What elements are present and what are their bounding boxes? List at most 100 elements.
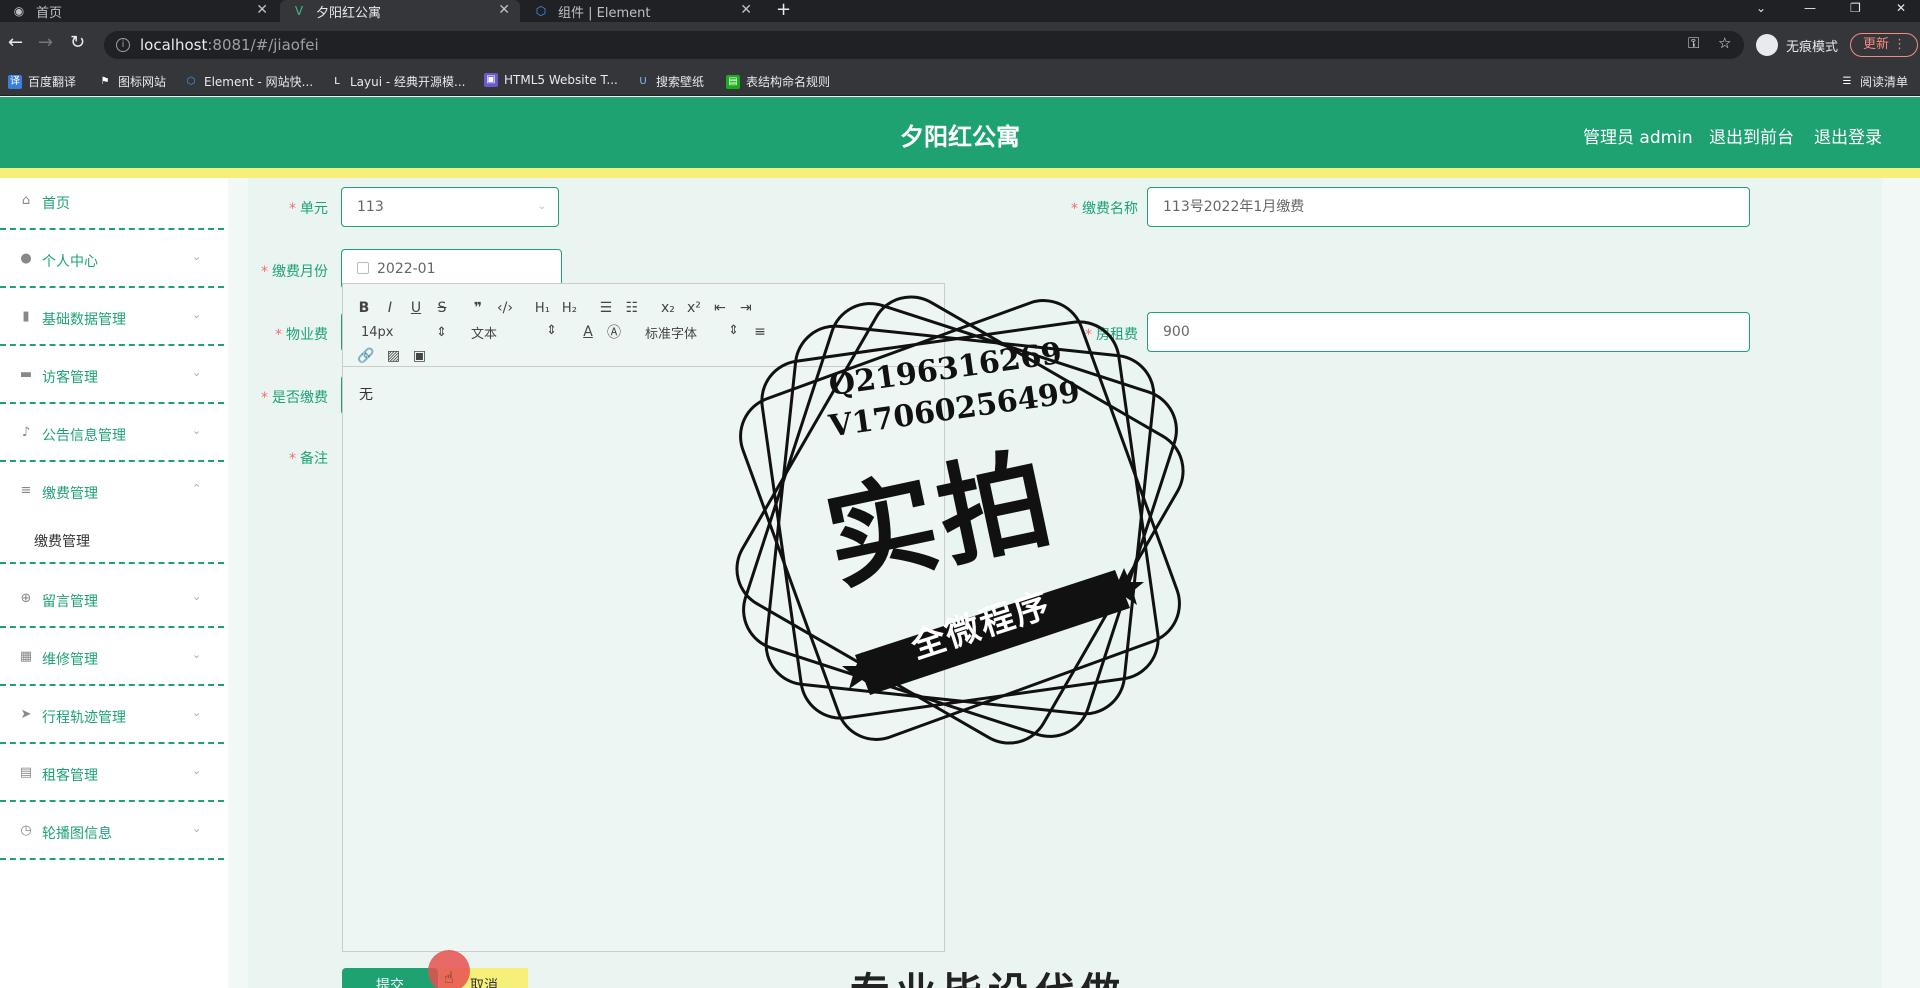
submit-button[interactable]: 提交 [342,968,438,988]
rent-fee-input[interactable]: 900 [1147,312,1750,352]
tab-search-icon[interactable]: ⌄ [1756,0,1766,16]
property-fee-label: * 物业费 [275,327,328,343]
divider [0,742,224,744]
underline-icon[interactable]: U [409,300,423,316]
minimize-icon[interactable]: — [1804,0,1816,16]
subscript-icon[interactable]: x₂ [661,300,675,316]
unit-select[interactable]: 113 ⌄ [341,187,559,227]
code-icon[interactable]: ‹/› [497,300,513,316]
close-window-icon[interactable]: ✕ [1896,0,1906,16]
superscript-icon[interactable]: x² [687,300,701,316]
sidebar-item-visitor[interactable]: ▬ 访客管理 ⌄ [0,358,228,416]
chart-icon: ▮ [22,309,30,324]
update-button[interactable]: 更新 ⋮ [1850,33,1918,57]
translate-icon: 译 [8,74,22,89]
format-select[interactable]: 文本 ⇕ [471,323,557,342]
grid-icon: ▦ [19,649,33,664]
heading1-icon[interactable]: H₁ [535,301,550,316]
tab-apartment[interactable]: V 夕阳红公寓 ✕ [280,0,520,22]
sidebar-item-label: 访客管理 [42,370,98,386]
sidebar-item-label: 基础数据管理 [42,312,126,328]
back-icon[interactable]: ← [8,32,23,53]
bookmark-label: HTML5 Website T... [504,73,618,87]
sidebar-item-label: 维修管理 [42,652,98,668]
info-icon[interactable]: i [116,38,130,52]
address-bar: ← → ↻ i localhost:8081/#/jiaofei ⚿ ☆ 无痕模… [0,22,1920,68]
tab-title: 夕阳红公寓 [316,5,382,21]
payment-name-input[interactable]: 113号2022年1月缴费 [1147,187,1750,227]
sidebar-item-payment[interactable]: ≡ 缴费管理 ⌃ [0,474,228,532]
tab-title: 首页 [36,5,63,21]
sidebar-item-home[interactable]: ⌂ 首页 [0,184,228,242]
star-icon[interactable]: ☆ [1718,34,1731,52]
font-size-select[interactable]: 14px ⇕ [361,325,447,340]
font-color-icon[interactable]: A [581,324,595,340]
sidebar-item-carousel[interactable]: ◷ 轮播图信息 ⌄ [0,814,228,872]
monitor-icon: ▬ [19,367,33,382]
bookmark-item[interactable]: U 搜索壁纸 [636,73,704,90]
remark-content[interactable]: 无 [359,384,373,404]
element-icon: ⬡ [186,75,196,87]
bookmark-item[interactable]: L Layui - 经典开源模... [330,73,465,90]
divider [0,286,224,288]
sidebar-item-label: 轮播图信息 [42,826,112,842]
sidebar-item-tenant[interactable]: ▤ 租客管理 ⌄ [0,756,228,814]
key-icon[interactable]: ⚿ [1688,34,1699,52]
bookmark-item[interactable]: ▤ 表结构命名规则 [726,73,830,90]
logout-link[interactable]: 退出登录 [1814,123,1882,148]
italic-icon[interactable]: I [383,300,397,316]
incognito-indicator[interactable]: 无痕模式 [1756,34,1838,56]
to-front-link[interactable]: 退出到前台 [1709,123,1794,148]
close-icon[interactable]: ✕ [740,2,752,18]
sidebar-item-trajectory[interactable]: ➤ 行程轨迹管理 ⌄ [0,698,228,756]
reading-list[interactable]: ☰ 阅读清单 [1840,73,1909,90]
sidebar: ⌂ 首页 ● 个人中心 ⌄ ▮ 基础数据管理 ⌄ ▬ 访客管理 ⌄ ♪ 公告信息… [0,178,228,988]
ordered-list-icon[interactable]: ☰ [599,300,613,316]
strikethrough-icon[interactable]: S [435,300,449,316]
bullet-list-icon[interactable]: ☷ [625,300,639,316]
bold-icon[interactable]: B [357,300,371,316]
sidebar-item-label: 租客管理 [42,768,98,784]
app-header: 夕阳红公寓 管理员 admin 退出到前台 退出登录 [0,97,1920,168]
restore-icon[interactable]: ❐ [1850,0,1861,16]
home-icon: ⌂ [21,193,31,208]
video-icon[interactable]: ▣ [412,348,426,364]
tab-home[interactable]: ◉ 首页 ✕ [0,0,278,22]
sidebar-item-message[interactable]: ⊕ 留言管理 ⌄ [0,582,228,640]
forward-icon[interactable]: → [38,32,53,53]
heading2-icon[interactable]: H₂ [562,301,577,316]
bookmark-item[interactable]: ⬡ Element - 网站快... [184,73,313,90]
html5-icon: ▣ [484,73,498,87]
reload-icon[interactable]: ↻ [70,32,85,53]
bookmarks-bar: 译百度翻译 ⚑ 图标网站 ⬡ Element - 网站快... L Layui - 经… [0,68,1920,96]
bookmark-item[interactable]: ▣ HTML5 Website T... [484,73,618,87]
url-path: :8081/#/jiaofei [207,36,319,54]
new-tab-icon[interactable]: + [776,0,791,20]
bookmark-item[interactable]: ⚑ 图标网站 [98,73,167,90]
quote-icon[interactable]: ❞ [471,300,485,316]
user-icon: ● [20,251,32,266]
sidebar-item-label: 行程轨迹管理 [42,710,126,726]
url-input[interactable]: i localhost:8081/#/jiaofei [104,31,1744,59]
sidebar-item-repair[interactable]: ▦ 维修管理 ⌄ [0,640,228,698]
image-icon[interactable]: ▨ [386,348,400,364]
chevron-down-icon: ⌄ [192,250,202,263]
background-color-icon[interactable]: Ⓐ [607,322,621,342]
payment-month-value: 2022-01 [377,261,436,277]
sidebar-item-label: 留言管理 [42,594,98,610]
link-icon[interactable]: 🔗 [357,348,374,364]
sidebar-item-notice[interactable]: ♪ 公告信息管理 ⌄ [0,416,228,474]
url-host: localhost [140,36,208,54]
tab-element[interactable]: ⬡ 组件 | Element ✕ [522,0,762,22]
element-icon: ⬡ [535,4,547,18]
bookmark-item[interactable]: 译百度翻译 [8,73,76,90]
sidebar-item-profile[interactable]: ● 个人中心 ⌄ [0,242,228,300]
close-icon[interactable]: ✕ [256,2,268,18]
location-icon: ➤ [20,707,32,722]
close-icon[interactable]: ✕ [498,2,510,18]
divider [0,626,224,628]
sidebar-divider-holder [0,540,228,584]
sidebar-item-basic-data[interactable]: ▮ 基础数据管理 ⌄ [0,300,228,358]
unit-value: 113 [357,199,384,215]
bookmark-label: Element - 网站快... [204,75,314,89]
